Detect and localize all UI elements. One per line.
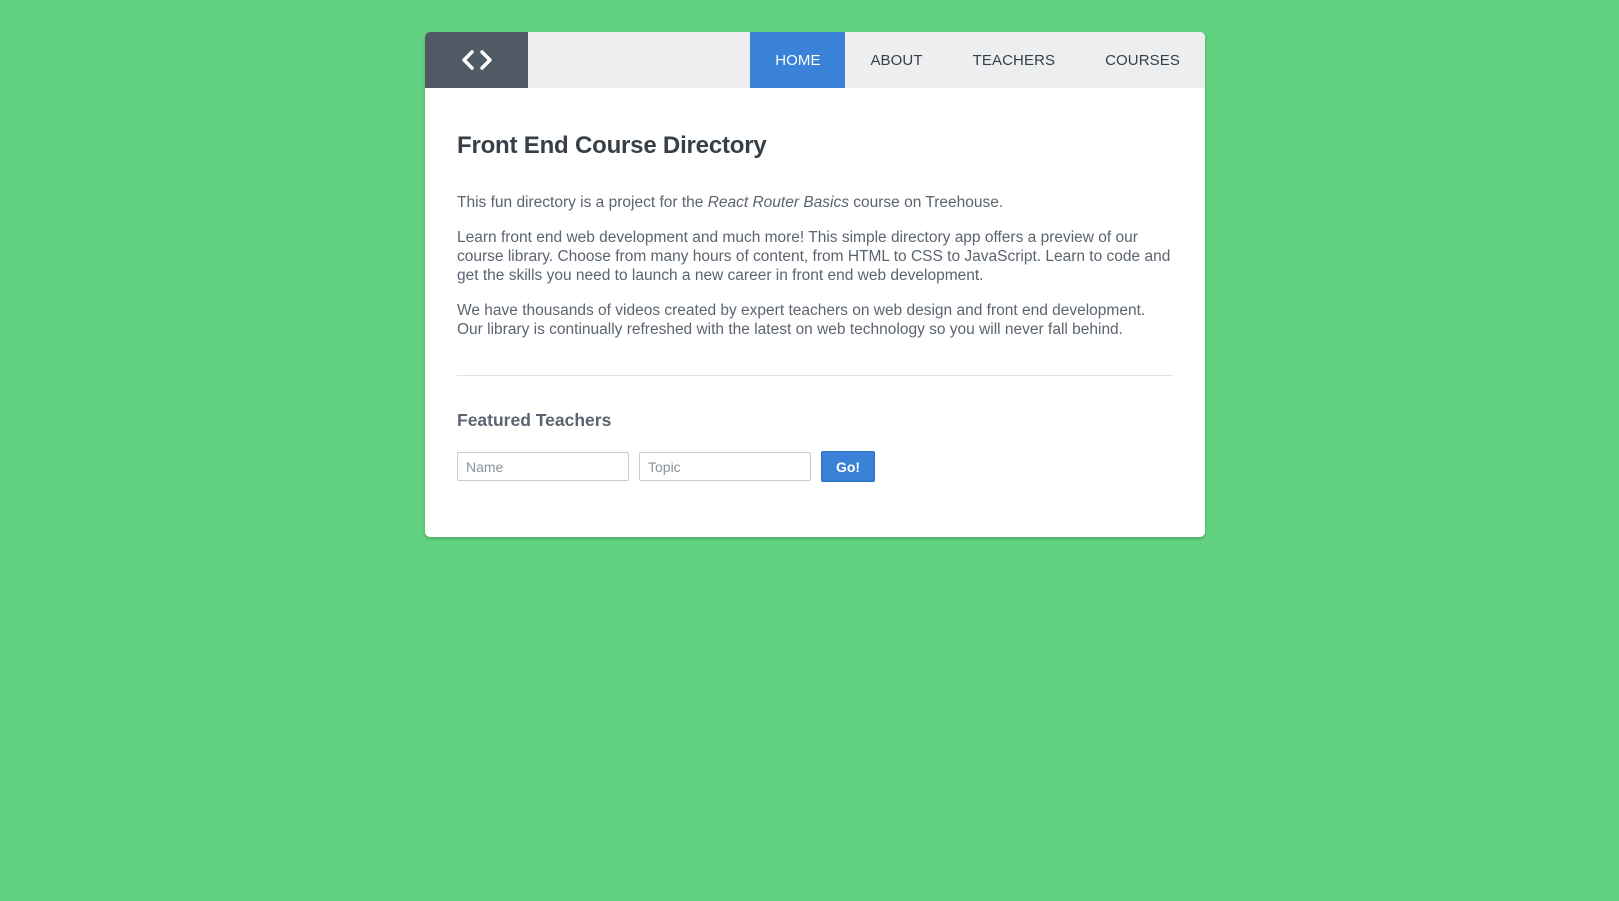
main-card: HOME ABOUT TEACHERS COURSES Front End Co…: [425, 32, 1205, 537]
name-input[interactable]: [457, 452, 629, 481]
main-content: Front End Course Directory This fun dire…: [425, 88, 1205, 482]
featured-teachers-heading: Featured Teachers: [457, 410, 612, 430]
nav-item-courses[interactable]: COURSES: [1080, 32, 1205, 88]
code-brackets-icon: [460, 49, 494, 71]
description-paragraph: Learn front end web development and much…: [457, 229, 1171, 284]
nav-item-home[interactable]: HOME: [750, 32, 846, 88]
teacher-search-form: Go!: [457, 451, 1173, 482]
library-paragraph: We have thousands of videos created by e…: [457, 302, 1146, 338]
site-header: HOME ABOUT TEACHERS COURSES: [425, 32, 1205, 88]
intro-text-start: This fun directory is a project for the: [457, 194, 708, 211]
nav-item-about[interactable]: ABOUT: [845, 32, 947, 88]
page-title: Front End Course Directory: [457, 132, 767, 159]
go-button[interactable]: Go!: [821, 451, 875, 482]
section-divider: [457, 375, 1173, 376]
main-nav: HOME ABOUT TEACHERS COURSES: [750, 32, 1205, 88]
intro-text-end: course on Treehouse.: [848, 194, 1004, 211]
intro-paragraph: This fun directory is a project for the …: [457, 193, 1173, 212]
logo[interactable]: [425, 32, 528, 88]
nav-item-teachers[interactable]: TEACHERS: [948, 32, 1080, 88]
intro-course-name: React Router Basics: [707, 194, 849, 211]
topic-input[interactable]: [639, 452, 811, 481]
